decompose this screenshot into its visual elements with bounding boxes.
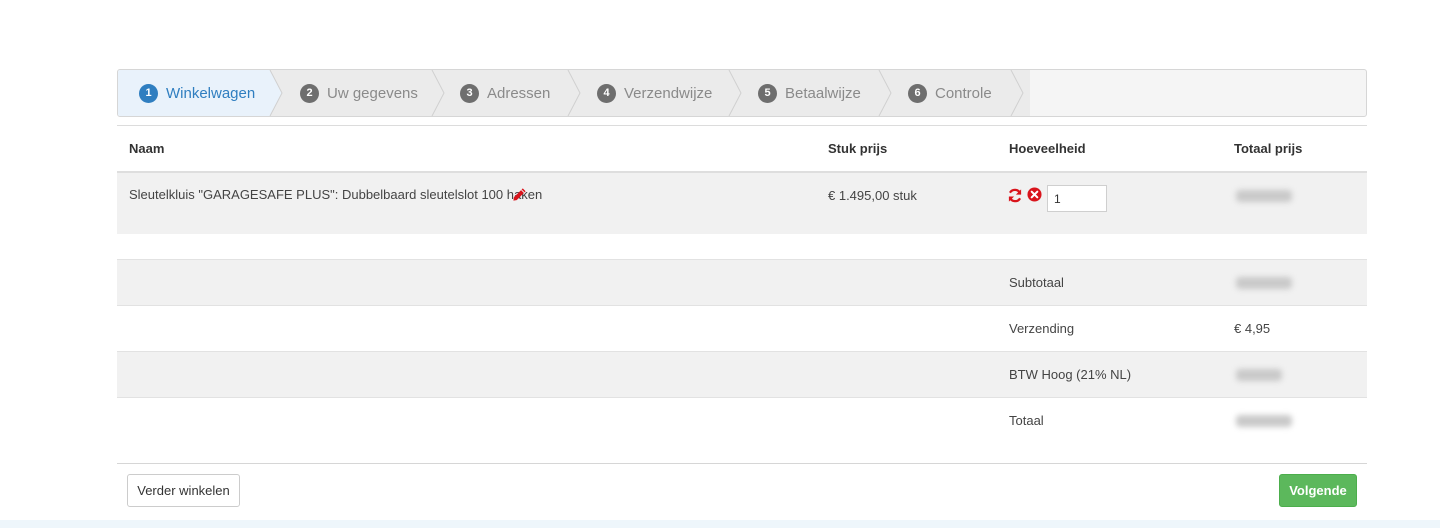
summary-row-vat [117, 351, 1367, 397]
redacted-total [1236, 415, 1292, 427]
pencil-icon[interactable] [512, 187, 527, 202]
vat-label: BTW Hoog (21% NL) [1009, 367, 1132, 382]
quantity-input[interactable] [1047, 185, 1107, 212]
product-name-text: Sleutelkluis "GARAGESAFE PLUS": Dubbelba… [129, 187, 543, 202]
step-number: 6 [908, 83, 927, 103]
summary-row-subtotal [117, 259, 1367, 305]
unit-price: € 1.495,00 stuk [828, 188, 917, 203]
step-winkelwagen[interactable]: 1 Winkelwagen [139, 70, 255, 116]
step-number: 5 [758, 83, 777, 103]
refresh-icon[interactable] [1007, 188, 1023, 203]
step-controle[interactable]: 6 Controle [908, 70, 992, 116]
shipping-value: € 4,95 [1234, 321, 1271, 336]
continue-shopping-button[interactable]: Verder winkelen [127, 474, 240, 507]
table-row [117, 173, 1367, 234]
remove-icon[interactable] [1027, 187, 1042, 202]
subtotal-label: Subtotaal [1009, 275, 1064, 290]
step-uw-gegevens[interactable]: 2 Uw gegevens [300, 70, 418, 116]
step-label: Controle [935, 84, 992, 102]
redacted-subtotal [1236, 277, 1292, 289]
column-header-name: Naam [129, 141, 165, 156]
summary-row-total [117, 397, 1367, 443]
shipping-label: Verzending [1009, 321, 1075, 336]
step-number: 4 [597, 83, 616, 103]
checkout-stepper: 1 Winkelwagen 2 Uw gegevens 3 Adressen 4… [117, 69, 1367, 117]
step-number: 2 [300, 83, 319, 103]
step-number: 1 [139, 83, 158, 103]
column-header-quantity: Hoeveelheid [1009, 141, 1086, 156]
column-header-unit-price: Stuk prijs [828, 141, 888, 156]
next-button[interactable]: Volgende [1279, 474, 1357, 507]
step-label: Verzendwijze [624, 84, 713, 102]
step-betaalwijze[interactable]: 5 Betaalwijze [758, 70, 861, 116]
table-bottom-border [117, 463, 1367, 464]
table-top-border [117, 125, 1367, 126]
step-number: 3 [460, 83, 479, 103]
total-label: Totaal [1009, 413, 1044, 428]
footer-strip [0, 520, 1440, 528]
step-label: Winkelwagen [166, 84, 256, 102]
summary-row-shipping [117, 305, 1367, 351]
step-label: Betaalwijze [785, 84, 861, 102]
step-verzendwijze[interactable]: 4 Verzendwijze [597, 70, 712, 116]
step-adressen[interactable]: 3 Adressen [460, 70, 550, 116]
step-label: Uw gegevens [327, 84, 418, 102]
product-name[interactable]: Sleutelkluis "GARAGESAFE PLUS": Dubbelba… [129, 187, 542, 202]
step-label: Adressen [487, 84, 551, 102]
column-header-total-price: Totaal prijs [1234, 141, 1303, 156]
redacted-vat [1236, 369, 1282, 381]
redacted-item-total [1236, 190, 1292, 202]
